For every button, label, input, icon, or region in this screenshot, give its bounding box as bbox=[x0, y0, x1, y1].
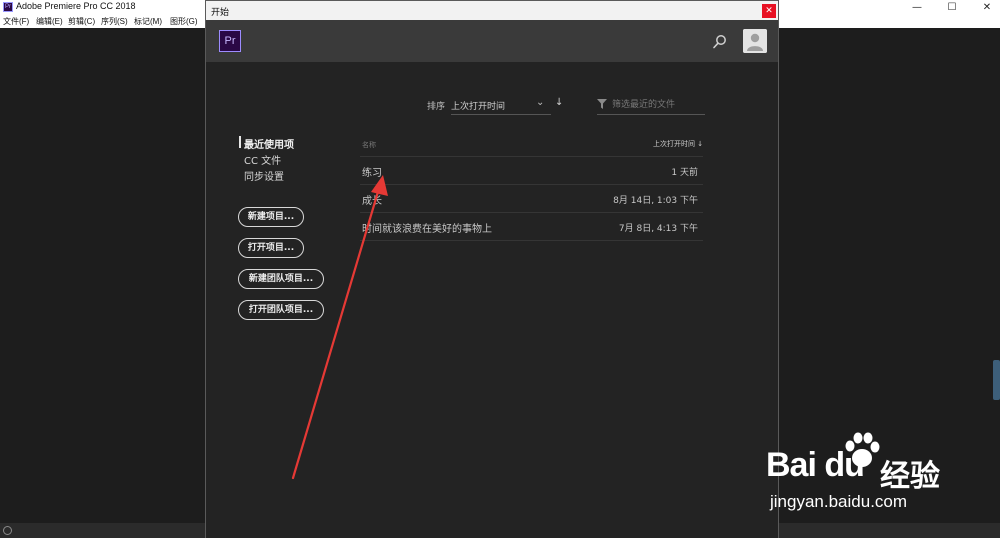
dialog-header: Pr bbox=[206, 20, 778, 62]
menu-edit[interactable]: 编辑(E) bbox=[36, 16, 63, 27]
sort-label: 排序 bbox=[427, 102, 446, 112]
nav-active-indicator bbox=[239, 136, 241, 148]
menu-clip[interactable]: 剪辑(C) bbox=[68, 16, 95, 27]
list-divider bbox=[360, 156, 703, 157]
sort-dropdown[interactable]: 上次打开时间 ⌄ bbox=[451, 95, 551, 115]
recent-row-date: 7月 8日, 4:13 下午 bbox=[618, 224, 698, 234]
menu-graphics[interactable]: 图形(G) bbox=[170, 16, 198, 27]
sort-direction-icon[interactable]: ↓ bbox=[555, 97, 563, 108]
recent-row-date: 8月 14日, 1:03 下午 bbox=[613, 196, 698, 206]
dialog-title: 开始 bbox=[211, 7, 230, 17]
recent-row-name[interactable]: 练习 bbox=[362, 164, 382, 179]
open-team-project-button[interactable]: 打开团队项目... bbox=[238, 300, 324, 320]
user-avatar-icon[interactable] bbox=[743, 29, 767, 53]
new-project-button[interactable]: 新建项目... bbox=[238, 207, 304, 227]
new-team-project-button[interactable]: 新建团队项目... bbox=[238, 269, 324, 289]
column-header-name[interactable]: 名称 bbox=[362, 140, 376, 150]
menu-marker[interactable]: 标记(M) bbox=[134, 16, 162, 27]
open-project-button[interactable]: 打开项目... bbox=[238, 238, 304, 258]
list-divider bbox=[360, 184, 703, 185]
premiere-logo: Pr bbox=[219, 30, 241, 52]
recent-row-name[interactable]: 时间就该浪费在美好的事物上 bbox=[362, 220, 492, 235]
list-divider bbox=[360, 212, 703, 213]
maximize-button[interactable]: ☐ bbox=[939, 0, 965, 15]
filter-field bbox=[597, 95, 705, 115]
watermark-url: jingyan.baidu.com bbox=[770, 492, 908, 511]
start-dialog: 开始 ✕ Pr 排序 上次打开时间 ⌄ ↓ 筛选最近的文件 最近使用项 CC 文… bbox=[205, 0, 779, 538]
watermark-name: 经验 bbox=[880, 459, 940, 494]
close-button[interactable]: ✕ bbox=[974, 0, 1000, 15]
dialog-content: 排序 上次打开时间 ⌄ ↓ 最近使用项 CC 文件 同步设置 新建项目... 打… bbox=[206, 62, 778, 538]
status-icon bbox=[3, 526, 12, 535]
dialog-title-bar: 开始 ✕ bbox=[206, 1, 778, 20]
premiere-app-icon: Pr bbox=[3, 2, 13, 12]
nav-item-recent[interactable]: 最近使用项 bbox=[244, 136, 294, 151]
watermark-logo: Bai du bbox=[766, 446, 865, 484]
nav-item-sync-settings[interactable]: 同步设置 bbox=[244, 168, 284, 183]
side-panel-handle[interactable] bbox=[993, 360, 1000, 400]
column-header-last-opened[interactable]: 上次打开时间 ↓ bbox=[653, 139, 703, 149]
recent-row-name[interactable]: 成长 bbox=[362, 192, 382, 207]
menu-file[interactable]: 文件(F) bbox=[3, 16, 29, 27]
nav-item-cc-files[interactable]: CC 文件 bbox=[244, 152, 281, 167]
chevron-down-icon: ⌄ bbox=[536, 97, 545, 108]
minimize-button[interactable]: — bbox=[904, 0, 930, 15]
app-title: Adobe Premiere Pro CC 2018 bbox=[16, 1, 136, 11]
search-icon[interactable] bbox=[712, 34, 728, 50]
recent-row-date: 1 天前 bbox=[671, 168, 698, 178]
menu-sequence[interactable]: 序列(S) bbox=[101, 16, 128, 27]
list-divider bbox=[360, 240, 703, 241]
filter-icon bbox=[597, 99, 607, 109]
baidu-jingyan-watermark: Bai du 经验 jingyan.baidu.com bbox=[760, 428, 990, 523]
dialog-close-button[interactable]: ✕ bbox=[762, 4, 776, 18]
filter-recent-input[interactable] bbox=[612, 98, 704, 112]
sort-selected-value: 上次打开时间 bbox=[451, 102, 506, 112]
